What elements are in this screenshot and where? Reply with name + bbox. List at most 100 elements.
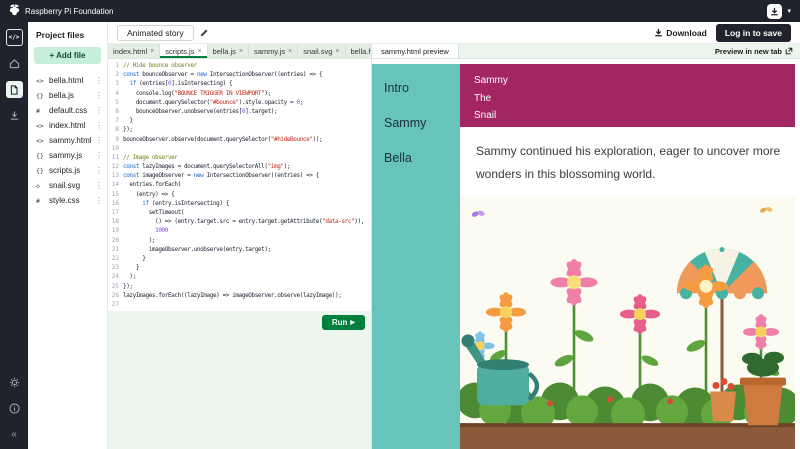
css-file-icon: # xyxy=(36,107,46,115)
js-file-icon: {} xyxy=(36,92,46,100)
close-icon[interactable]: × xyxy=(197,48,201,55)
chevron-down-icon: ▾ xyxy=(787,8,791,15)
code-line[interactable]: 24 ); xyxy=(108,272,371,281)
close-icon[interactable]: × xyxy=(335,48,339,55)
code-line[interactable]: 27 xyxy=(108,300,371,309)
collapse-sidebar-icon[interactable]: « xyxy=(6,426,23,443)
file-menu-button[interactable]: ⋮ xyxy=(95,196,103,205)
code-text: bounceObserver.unobserve(entries[0].targ… xyxy=(123,107,371,116)
code-line[interactable]: 21 imageObserver.unobserve(entry.target)… xyxy=(108,245,371,254)
code-line[interactable]: 25}); xyxy=(108,282,371,291)
code-line[interactable]: 12const lazyImages = document.querySelec… xyxy=(108,162,371,171)
edit-project-name-button[interactable] xyxy=(199,28,209,38)
code-line[interactable]: 1// Hide bounce observer xyxy=(108,61,371,70)
line-number: 12 xyxy=(108,162,123,171)
code-line[interactable]: 15 (entry) => { xyxy=(108,190,371,199)
line-number: 24 xyxy=(108,272,123,281)
line-number: 16 xyxy=(108,199,123,208)
code-line[interactable]: 13const imageObserver = new Intersection… xyxy=(108,171,371,180)
download-icon xyxy=(654,28,663,37)
play-icon: ▶ xyxy=(350,320,355,326)
editor-tab[interactable]: index.html× xyxy=(108,44,160,58)
code-text: entries.forEach( xyxy=(123,180,371,189)
code-line[interactable]: 19 1000 xyxy=(108,226,371,235)
code-line[interactable]: 9bounceObserver.observe(document.querySe… xyxy=(108,135,371,144)
editor-tab[interactable]: bella.js× xyxy=(208,44,249,58)
line-number: 8 xyxy=(108,125,123,134)
tab-label: index.html xyxy=(113,47,147,56)
preview-tab[interactable]: sammy.html preview xyxy=(372,44,459,58)
file-row[interactable]: ◇snail.svg⋮ xyxy=(28,178,107,193)
code-line[interactable]: 8}); xyxy=(108,125,371,134)
code-text: } xyxy=(123,116,371,125)
preview-tabbar: sammy.html preview Preview in new tab xyxy=(372,44,800,59)
code-line[interactable]: 14 entries.forEach( xyxy=(108,180,371,189)
download-button[interactable]: Download xyxy=(654,28,707,38)
editor-tab[interactable]: scripts.js× xyxy=(160,44,207,58)
file-row[interactable]: {}bella.js⋮ xyxy=(28,88,107,103)
code-line[interactable]: 16 if (entry.isIntersecting) { xyxy=(108,199,371,208)
code-line[interactable]: 20 ); xyxy=(108,236,371,245)
code-line[interactable]: 17 setTimeout( xyxy=(108,208,371,217)
code-line[interactable]: 2const bounceObserver = new Intersection… xyxy=(108,70,371,79)
info-icon[interactable] xyxy=(6,400,23,417)
project-guide-icon[interactable] xyxy=(6,107,23,124)
file-menu-button[interactable]: ⋮ xyxy=(95,121,103,130)
file-menu-button[interactable]: ⋮ xyxy=(95,136,103,145)
account-menu-button[interactable]: ▾ xyxy=(767,4,791,19)
project-files-icon[interactable] xyxy=(6,81,23,98)
project-name-group: Animated story xyxy=(117,25,209,41)
code-line[interactable]: 7 } xyxy=(108,116,371,125)
file-menu-button[interactable]: ⋮ xyxy=(95,106,103,115)
code-text: const bounceObserver = new IntersectionO… xyxy=(123,70,371,79)
close-icon[interactable]: × xyxy=(150,48,154,55)
code-line[interactable]: 4 console.log("BOUNCE TRIGGER IN VIEWPOR… xyxy=(108,89,371,98)
code-editor-logo-icon: </> xyxy=(6,29,23,46)
preview-nav-link[interactable]: Sammy xyxy=(384,116,460,130)
login-button[interactable]: Log in to save xyxy=(716,24,791,42)
code-line[interactable]: 26lazyImages.forEach((lazyImage) => imag… xyxy=(108,291,371,300)
preview-new-tab-button[interactable]: Preview in new tab xyxy=(715,47,793,56)
code-line[interactable]: 23 } xyxy=(108,263,371,272)
file-row[interactable]: #default.css⋮ xyxy=(28,103,107,118)
file-menu-button[interactable]: ⋮ xyxy=(95,91,103,100)
file-menu-button[interactable]: ⋮ xyxy=(95,151,103,160)
code-line[interactable]: 10 xyxy=(108,144,371,153)
code-line[interactable]: 6 bounceObserver.unobserve(entries[0].ta… xyxy=(108,107,371,116)
header-actions: Download Log in to save xyxy=(654,24,791,42)
file-row[interactable]: <>index.html⋮ xyxy=(28,118,107,133)
external-link-icon xyxy=(785,47,793,55)
file-menu-button[interactable]: ⋮ xyxy=(95,181,103,190)
run-button[interactable]: Run ▶ xyxy=(322,315,365,330)
editor-tab[interactable]: sammy.js× xyxy=(249,44,298,58)
code-line[interactable]: 5 document.querySelector("#bounce").styl… xyxy=(108,98,371,107)
home-icon[interactable] xyxy=(6,55,23,72)
close-icon[interactable]: × xyxy=(288,48,292,55)
code-text: } xyxy=(123,263,371,272)
preview-nav-link[interactable]: Intro xyxy=(384,81,460,95)
file-row[interactable]: #style.css⋮ xyxy=(28,193,107,208)
settings-gear-icon[interactable] xyxy=(6,374,23,391)
file-row[interactable]: {}sammy.js⋮ xyxy=(28,148,107,163)
editor-tab[interactable]: snail.svg× xyxy=(298,44,345,58)
add-file-button[interactable]: + Add file xyxy=(34,47,101,64)
topbar: Raspberry Pi Foundation ▾ xyxy=(0,0,800,22)
editor-tab[interactable]: bella.html× xyxy=(346,44,372,58)
code-line[interactable]: 22 } xyxy=(108,254,371,263)
file-row[interactable]: {}scripts.js⋮ xyxy=(28,163,107,178)
preview-nav-link[interactable]: Bella xyxy=(384,151,460,165)
line-number: 14 xyxy=(108,180,123,189)
preview-new-tab-label: Preview in new tab xyxy=(715,47,782,56)
code-line[interactable]: 3 if (entries[0].isIntersecting) { xyxy=(108,79,371,88)
close-icon[interactable]: × xyxy=(239,48,243,55)
garden-illustration xyxy=(460,197,795,449)
code-line[interactable]: 11// Image observer xyxy=(108,153,371,162)
code-text: () => (entry.target.src = entry.target.g… xyxy=(123,217,371,226)
file-row[interactable]: <>bella.html⋮ xyxy=(28,73,107,88)
code-text: ); xyxy=(123,272,371,281)
file-row[interactable]: <>sammy.html⋮ xyxy=(28,133,107,148)
code-editor[interactable]: 1// Hide bounce observer2const bounceObs… xyxy=(108,59,371,311)
code-line[interactable]: 18 () => (entry.target.src = entry.targe… xyxy=(108,217,371,226)
file-menu-button[interactable]: ⋮ xyxy=(95,166,103,175)
file-menu-button[interactable]: ⋮ xyxy=(95,76,103,85)
